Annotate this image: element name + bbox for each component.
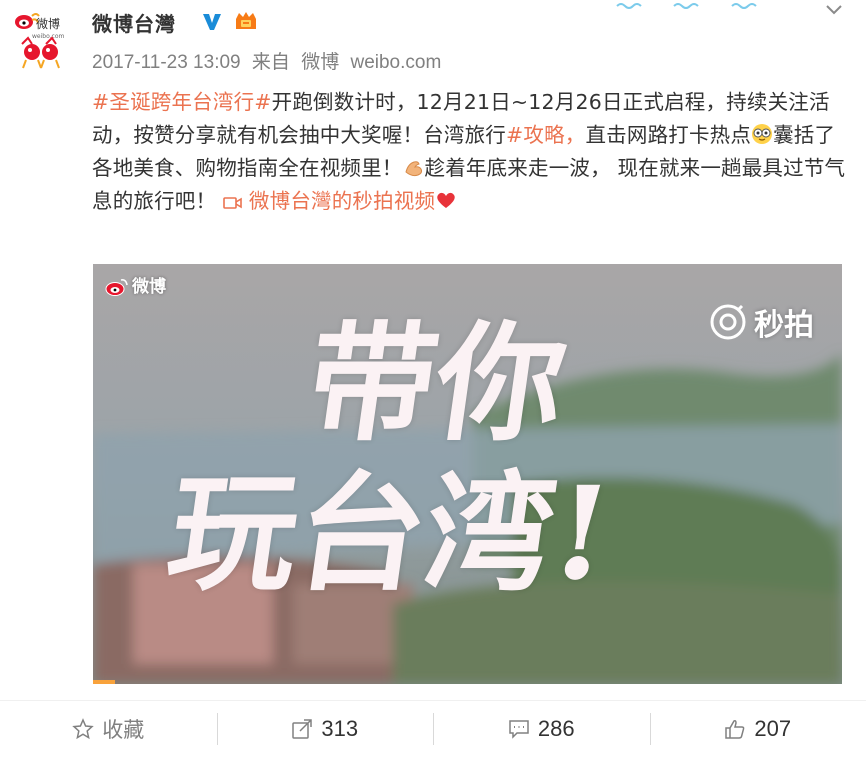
- star-icon: [72, 718, 94, 740]
- video-camera-icon: [223, 195, 243, 211]
- post-meta: 2017-11-23 13:09 来自 微博 weibo.com: [92, 47, 447, 74]
- decoration-waves-icon: [612, 0, 772, 10]
- username[interactable]: 微博台灣: [92, 8, 176, 37]
- like-button[interactable]: 207: [650, 701, 866, 757]
- hashtag-link[interactable]: #圣诞跨年台湾行#: [92, 90, 272, 114]
- like-count: 207: [754, 716, 791, 742]
- weibo-watermark: 微博: [105, 272, 166, 297]
- video-overlay-title: 带你 玩台湾!: [277, 309, 842, 609]
- thumbs-up-icon: [724, 718, 746, 740]
- hashtag-link[interactable]: #攻略，: [506, 123, 585, 147]
- post-text-part: 直击网路打卡热点: [585, 123, 751, 147]
- strong-arm-emoji-icon: [403, 156, 425, 178]
- timestamp[interactable]: 2017-11-23 13:09: [92, 52, 241, 73]
- collect-label: 收藏: [102, 714, 144, 744]
- comment-icon: [508, 718, 530, 740]
- action-toolbar: 收藏 313 286 207: [0, 700, 866, 757]
- video-link-label: 微博台灣的秒拍视频: [249, 189, 435, 213]
- repost-button[interactable]: 313: [217, 701, 434, 757]
- collect-button[interactable]: 收藏: [0, 701, 217, 757]
- comment-count: 286: [538, 716, 575, 742]
- comment-button[interactable]: 286: [433, 701, 650, 757]
- sunglasses-emoji-icon: [751, 123, 773, 145]
- source-domain[interactable]: weibo.com: [350, 52, 441, 73]
- video-player[interactable]: 微博 秒拍 带你 玩台湾!: [93, 264, 842, 684]
- weibo-logo-icon: 微博 weibo.com: [12, 8, 72, 70]
- avatar[interactable]: 微博 weibo.com: [12, 8, 72, 70]
- repost-count: 313: [321, 716, 358, 742]
- video-progress-bar[interactable]: [93, 680, 115, 684]
- vip-crown-icon[interactable]: [233, 9, 259, 33]
- source-app[interactable]: 微博: [301, 52, 339, 73]
- source-prefix: 来自: [252, 52, 290, 73]
- chevron-down-icon[interactable]: [824, 2, 844, 18]
- svg-text:微博: 微博: [36, 16, 60, 31]
- repost-icon: [291, 718, 313, 740]
- weibo-watermark-icon: [105, 277, 129, 297]
- video-link[interactable]: 微博台灣的秒拍视频: [223, 189, 435, 213]
- verified-v-icon: [201, 10, 223, 32]
- post-text: #圣诞跨年台湾行#开跑倒数计时，12月21日~12月26日正式启程，持续关注活动…: [92, 86, 852, 218]
- heart-icon: [435, 189, 457, 211]
- svg-text:weibo.com: weibo.com: [32, 33, 65, 40]
